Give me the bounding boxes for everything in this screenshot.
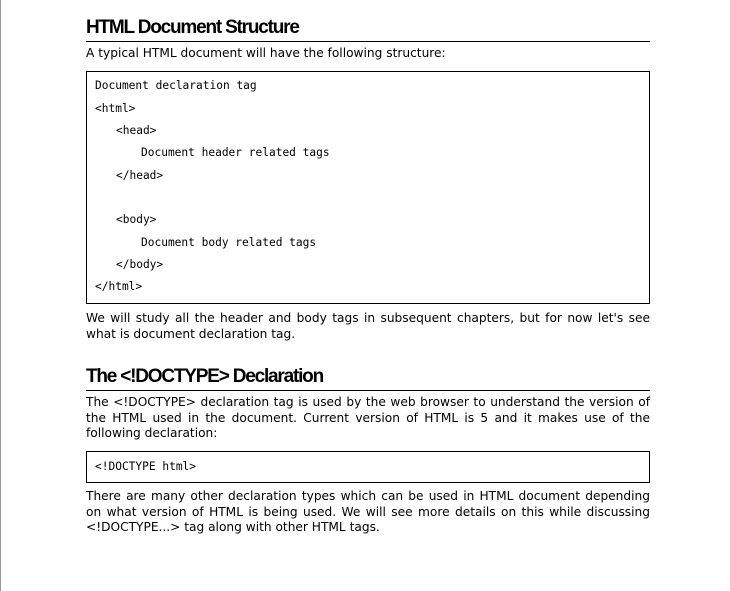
code-line-header-tags: Document header related tags <box>141 146 330 159</box>
code-line-html-close: </html> <box>95 280 143 293</box>
section-title-doctype: The <!DOCTYPE> Declaration <box>86 364 650 391</box>
doctype-intro-paragraph: The <!DOCTYPE> declaration tag is used b… <box>86 395 650 440</box>
structure-intro-paragraph: A typical HTML document will have the fo… <box>86 46 446 60</box>
code-line-body-close: </body> <box>116 258 164 271</box>
structure-code-block: Document declaration tag <html> <head> D… <box>86 71 650 304</box>
structure-followup-paragraph: We will study all the header and body ta… <box>86 311 650 341</box>
document-page: HTML Document Structure A typical HTML d… <box>0 0 730 591</box>
code-line-head-open: <head> <box>116 124 157 137</box>
code-line-head-close: </head> <box>116 169 164 182</box>
doctype-followup-paragraph: There are many other declaration types w… <box>86 489 650 534</box>
doctype-code-block: <!DOCTYPE html> <box>86 451 650 483</box>
code-line-declaration: Document declaration tag <box>95 79 257 92</box>
code-line-html-open: <html> <box>95 102 136 115</box>
code-line-doctype: <!DOCTYPE html> <box>95 460 197 473</box>
code-line-body-tags: Document body related tags <box>141 236 317 249</box>
section-title-html-structure: HTML Document Structure <box>86 15 650 42</box>
page-left-border <box>0 0 1 591</box>
code-line-body-open: <body> <box>116 213 157 226</box>
